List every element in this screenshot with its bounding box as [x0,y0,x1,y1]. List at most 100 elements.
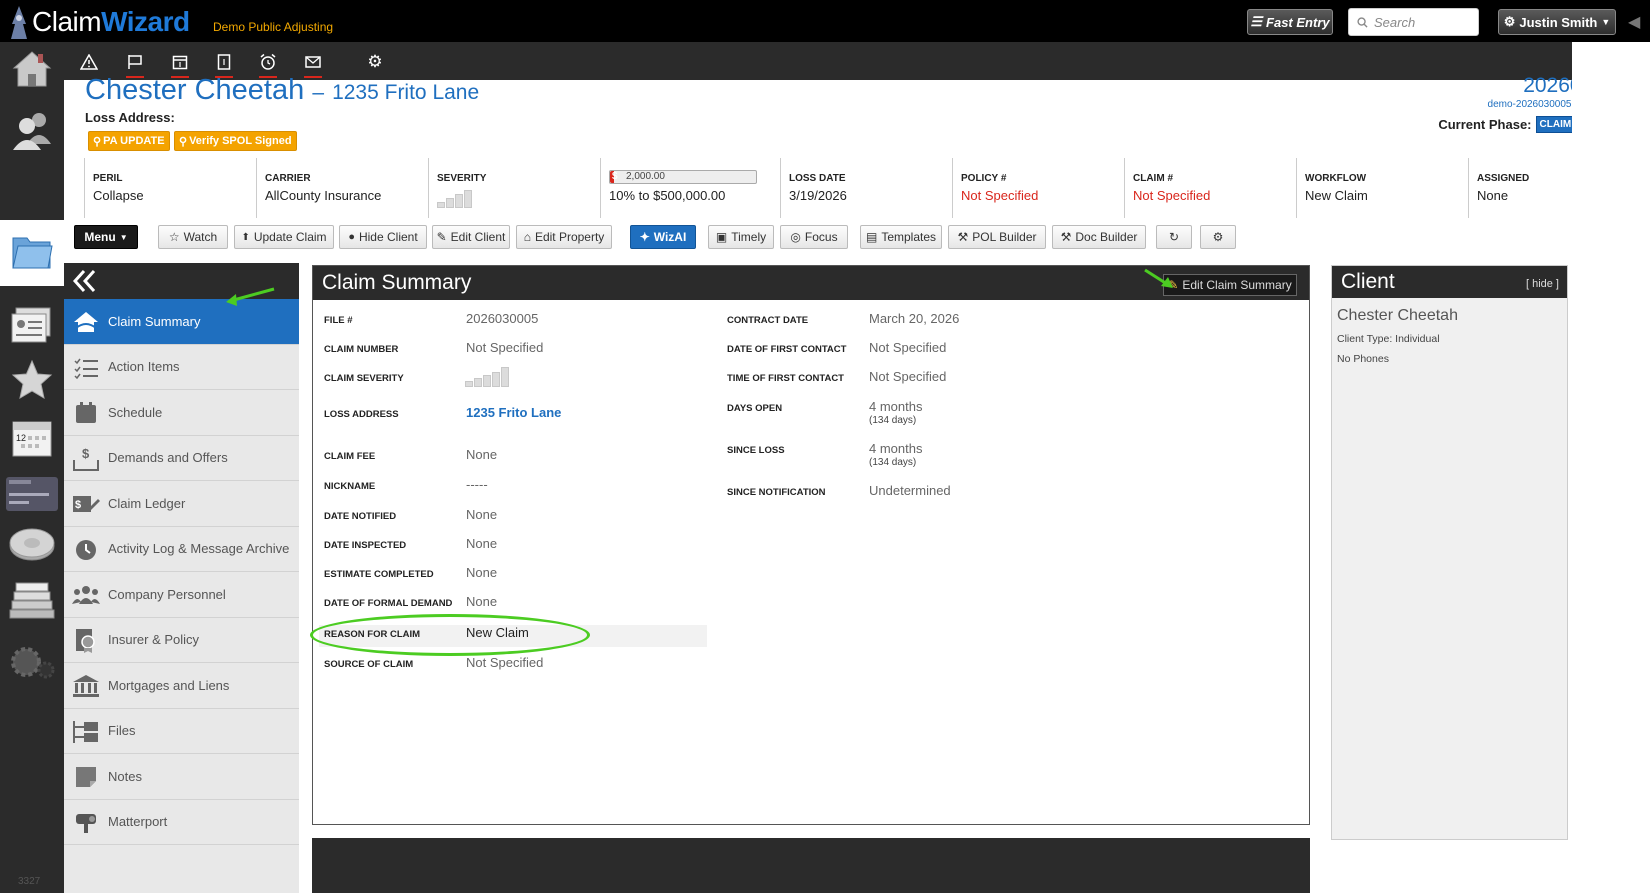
alerts-tab[interactable] [76,50,102,74]
pol-builder-button[interactable]: ⚒ POL Builder [948,225,1046,249]
money-hand-icon: $ [72,446,100,472]
messages-tab[interactable] [300,50,326,78]
menu-button[interactable]: Menu ▼ [74,225,138,249]
nav-item-claim-ledger[interactable]: $ Claim Ledger [64,481,299,527]
calendar-nav[interactable]: 12 [6,412,58,464]
hammer-icon: ⚒ [957,230,969,244]
loss-date-label: LOSS DATE [789,173,846,184]
nav-item-company-personnel[interactable]: Company Personnel [64,572,299,618]
search-input[interactable]: Search [1348,8,1479,36]
field-label: DAYS OPEN [727,403,783,414]
edit-client-button[interactable]: ✎ Edit Client [432,225,510,249]
field-value: None [466,536,498,551]
watch-label: Watch [183,230,218,244]
phase-label: Current Phase: [1438,117,1532,132]
title-dash: – [312,81,324,104]
alarm-icon [260,53,276,70]
pin-icon: ⚲ [93,135,102,148]
carrier-value: AllCounty Insurance [265,188,382,203]
claim-summary-panel: Claim Summary ✎ Edit Claim Summary FILE … [312,265,1310,825]
fee-amount: 2,000.00 [626,171,665,182]
documents-tab[interactable] [211,50,237,78]
field-value[interactable]: 1235 Frito Lane [466,405,561,420]
timely-button[interactable]: ▣ Timely [708,225,774,249]
search-icon [1357,16,1368,28]
update-claim-button[interactable]: ⬆ Update Claim [234,225,334,249]
home-nav[interactable] [6,42,58,94]
focus-button[interactable]: ◎ Focus [780,225,848,249]
collapse-panel-icon[interactable]: ◀ [1628,12,1640,32]
client-panel-name[interactable]: Chester Cheetah [1337,307,1567,325]
nav-item-demands-and-offers[interactable]: $ Demands and Offers [64,435,299,481]
wizai-button[interactable]: ✦ WizAI [630,225,696,249]
spol-label: Verify SPOL Signed [189,135,292,147]
directory-nav[interactable] [6,298,58,350]
severity-bar [501,367,509,387]
edit-property-button[interactable]: ⌂ Edit Property [516,225,612,249]
settings-tab[interactable]: ⚙ [362,50,388,74]
fast-entry-label: Fast Entry [1266,14,1330,30]
nav-item-label: Company Personnel [108,586,226,602]
settings-gears-icon [11,647,55,679]
action-toolbar: Menu ▼ ☆ Watch ⬆ Update Claim ● Hide Client … [64,225,1650,255]
edit-claim-summary-button[interactable]: ✎ Edit Claim Summary [1163,274,1297,296]
top-bar: Claim Wizard Demo Public Adjusting ☰ Fast… [0,0,1650,42]
focus-label: Focus [804,230,838,244]
nav-item-action-items[interactable]: Action Items [64,344,299,390]
house-icon [72,309,100,335]
nav-item-files[interactable]: Files [64,708,299,754]
annotation-arrow-icon [226,287,275,306]
flags-tab[interactable] [122,50,148,78]
page-title: Chester Cheetah – 1235 Frito Lane [85,74,479,107]
info-severity: SEVERITY [428,158,598,218]
nav-item-label: Activity Log & Message Archive [108,541,290,557]
client-name[interactable]: Chester Cheetah [85,74,304,106]
favorites-nav[interactable] [6,354,58,406]
wizard-logo-icon [11,6,27,39]
target-icon: ◎ [790,230,801,244]
hide-client-link[interactable]: [ hide ] [1526,278,1559,290]
nav-item-insurer-policy[interactable]: Insurer & Policy [64,617,299,663]
pa-update-badge[interactable]: ⚲ PA UPDATE [88,131,170,151]
calendar-tab[interactable] [167,50,193,78]
refresh-button[interactable]: ↻ [1156,225,1192,249]
calendar-icon [172,55,188,70]
nav-item-notes[interactable]: Notes [64,754,299,800]
edit-property-label: Edit Property [534,230,605,244]
user-menu-button[interactable]: ⚙ Justin Smith ▼ [1498,9,1616,35]
spol-badge[interactable]: ⚲ Verify SPOL Signed [174,131,297,151]
title-address[interactable]: 1235 Frito Lane [332,81,479,104]
field-label: SOURCE OF CLAIM [324,659,414,670]
fast-entry-button[interactable]: ☰ Fast Entry [1247,9,1333,35]
timely-label: Timely [731,230,767,244]
templates-button[interactable]: ▤ Templates [860,225,942,249]
contacts-icon [11,307,51,343]
hide-client-button[interactable]: ● Hide Client [339,225,427,249]
reminders-tab[interactable] [255,50,281,78]
admin-nav[interactable] [6,636,58,688]
info-fee: $ 2,000.00 10% to $500,000.00 [600,158,770,218]
checklist-icon [72,355,100,381]
policy-value: Not Specified [961,188,1039,203]
severity-bar [474,378,482,387]
field-value: Not Specified [869,369,947,384]
logo-wizard: Wizard [101,6,190,37]
doc-builder-button[interactable]: ⚒ Doc Builder [1052,225,1146,249]
billing-nav[interactable] [6,468,58,520]
library-nav[interactable] [6,574,58,626]
nav-item-mortgages-and-liens[interactable]: Mortgages and Liens [64,663,299,709]
claim-severity-bars [465,367,509,387]
nav-item-schedule[interactable]: Schedule [64,390,299,436]
storage-nav[interactable] [6,518,58,570]
contacts-nav[interactable] [6,104,58,156]
company-name: Demo Public Adjusting [213,20,334,34]
nav-item-activity-log-message-archive[interactable]: Activity Log & Message Archive [64,526,299,572]
client-title: Client [1341,270,1395,293]
gears-icon: ⚙ [1212,230,1224,244]
watch-button[interactable]: ☆ Watch [158,225,228,249]
nav-item-label: Action Items [108,359,180,375]
workflow-label: WORKFLOW [1305,173,1367,184]
settings-button[interactable]: ⚙ [1200,225,1236,249]
logo[interactable]: Claim Wizard [8,2,190,40]
nav-item-matterport[interactable]: Matterport [64,799,299,845]
